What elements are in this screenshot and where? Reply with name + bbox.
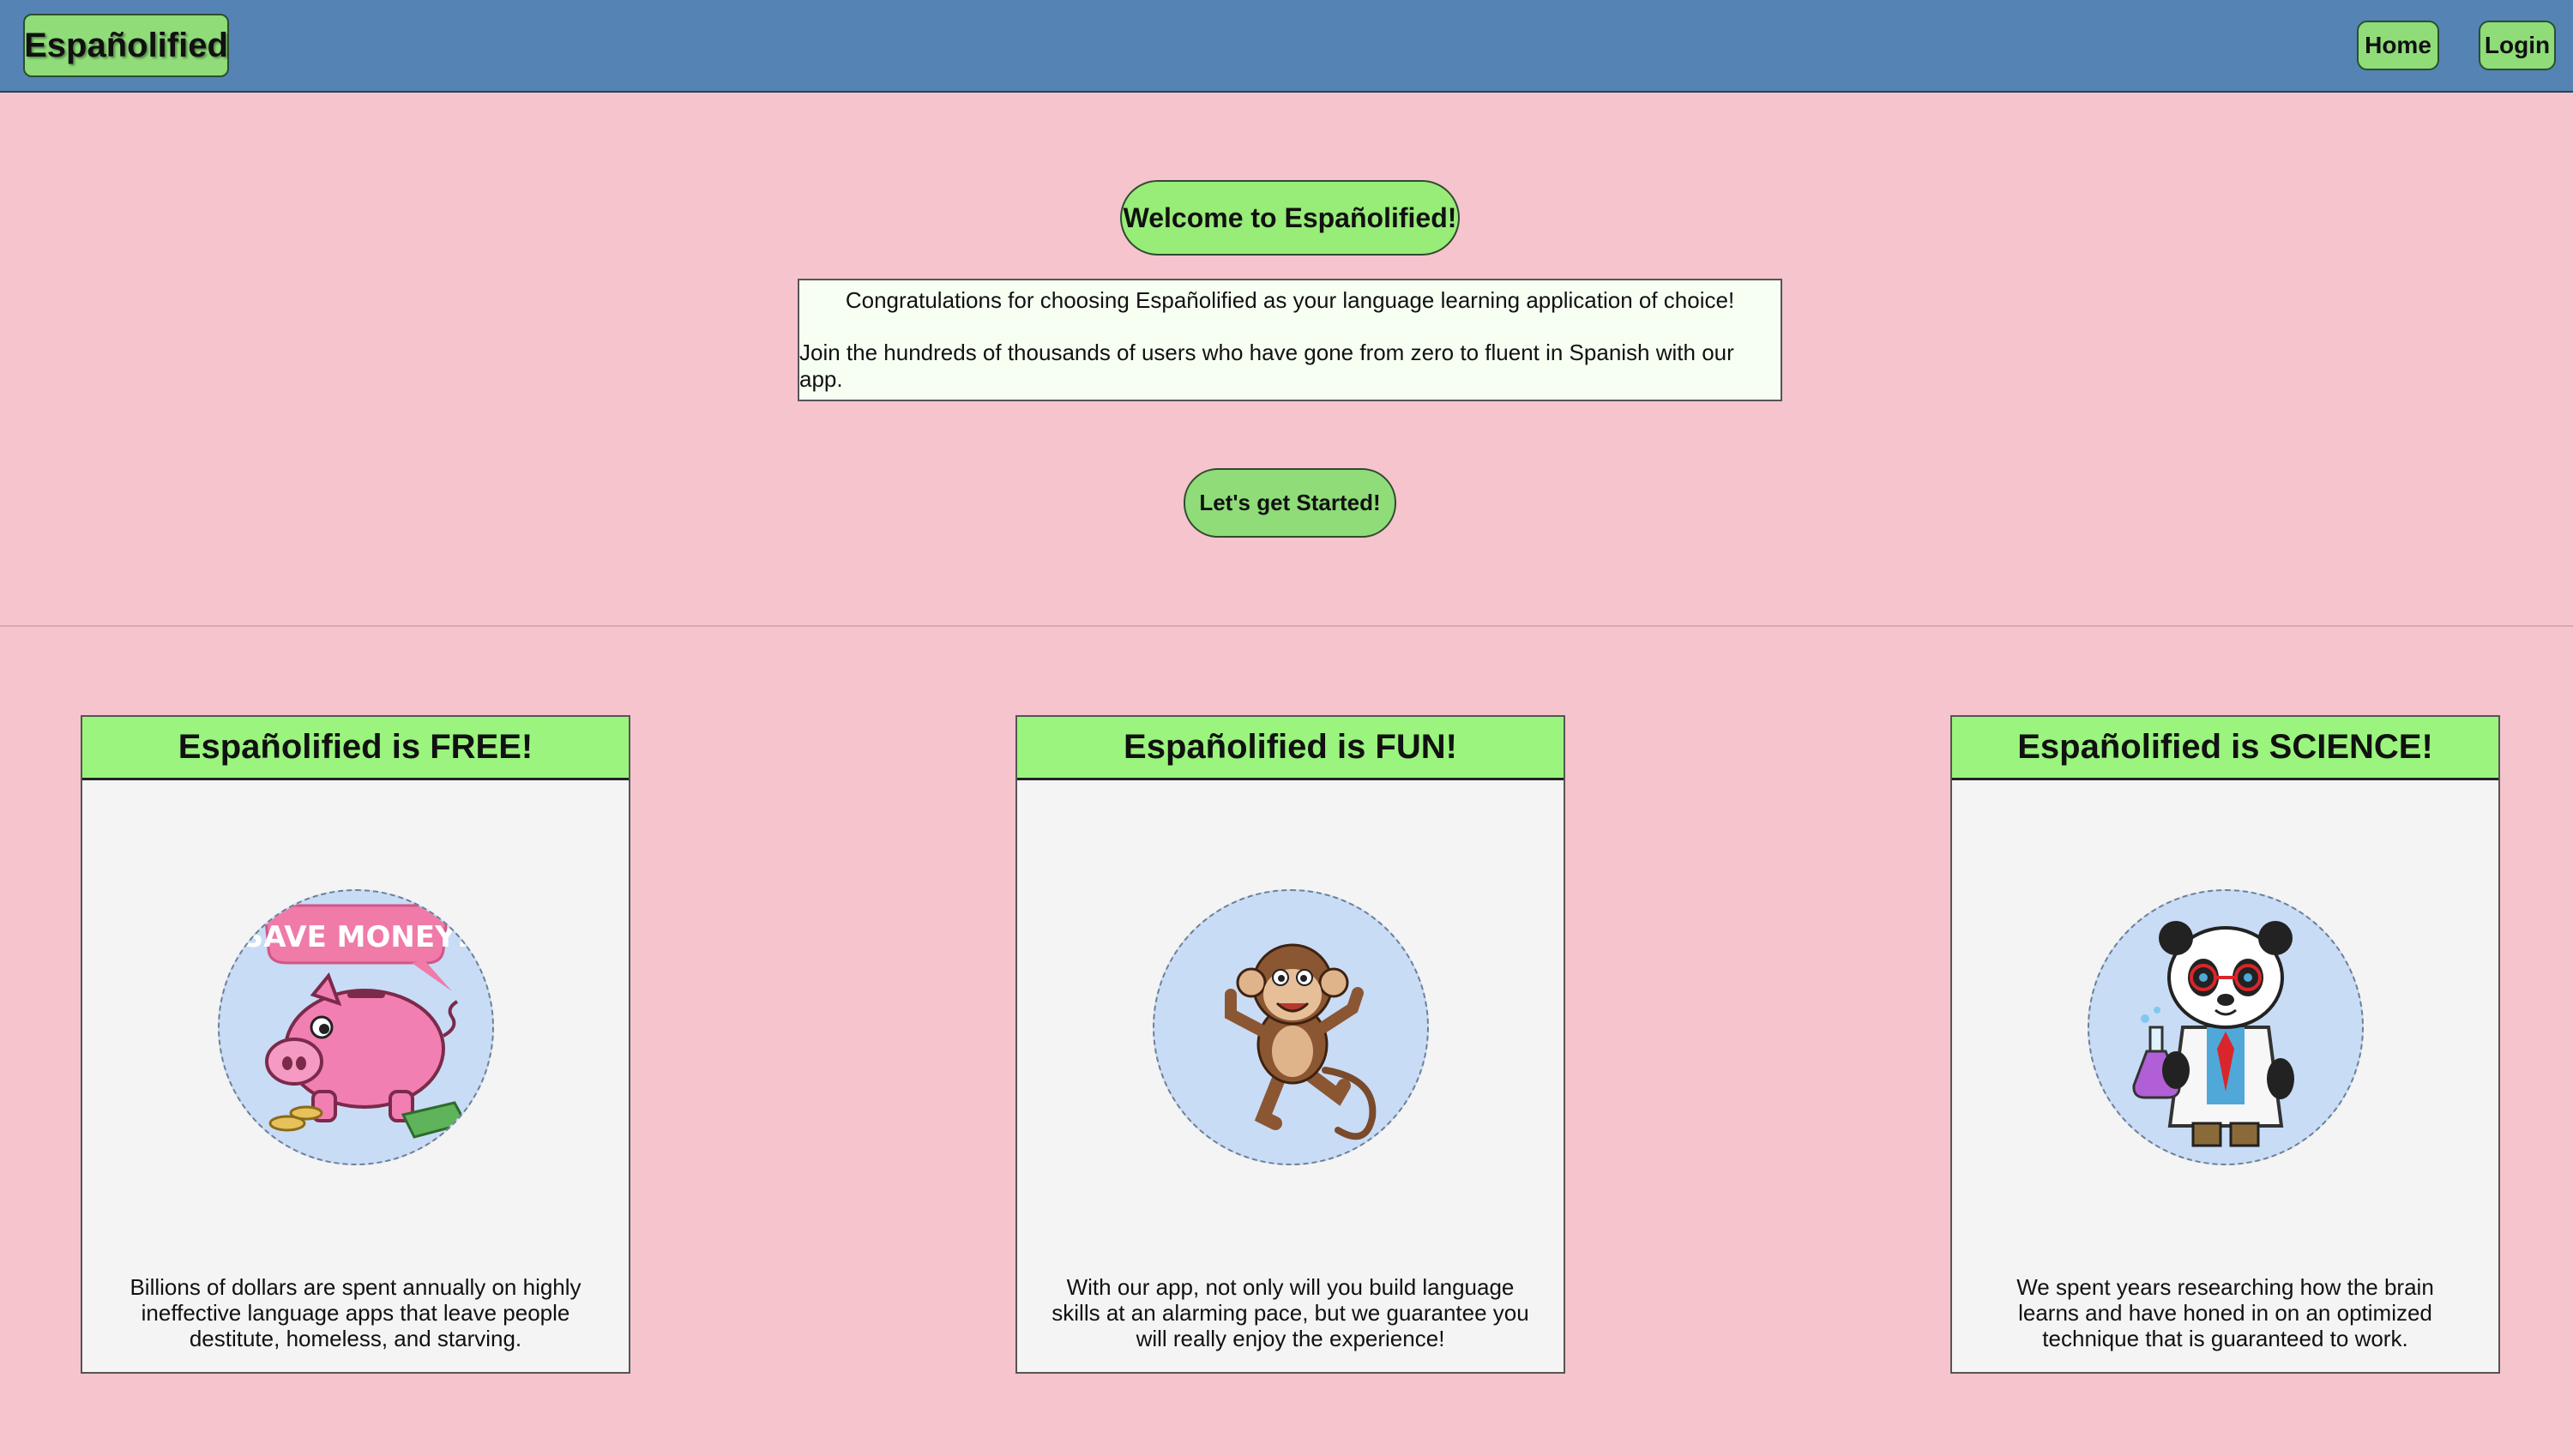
feature-card-text: We spent years researching how the brain… xyxy=(2016,1274,2434,1351)
intro-line-1: Congratulations for choosing Españolifie… xyxy=(845,287,1735,313)
scientist-panda-icon xyxy=(2088,889,2364,1165)
feature-card-science: Españolified is SCIENCE! We spent years … xyxy=(1950,715,2500,1374)
nav-home-button[interactable]: Home xyxy=(2357,21,2439,70)
nav-login-button[interactable]: Login xyxy=(2479,21,2556,70)
save-money-caption: SAVE MONEY! xyxy=(243,920,469,954)
feature-card-text: Billions of dollars are spent annually o… xyxy=(130,1274,581,1351)
monkey-icon xyxy=(1153,889,1429,1165)
welcome-heading: Welcome to Españolified! xyxy=(1120,180,1460,256)
get-started-button[interactable]: Let's get Started! xyxy=(1184,468,1396,538)
intro-line-2: Join the hundreds of thousands of users … xyxy=(799,340,1734,392)
intro-box: Congratulations for choosing Españolifie… xyxy=(798,279,1782,401)
feature-card-title: Españolified is SCIENCE! xyxy=(1952,717,2498,780)
feature-card-free: Españolified is FREE! SAVE MONEY! Billio… xyxy=(81,715,630,1374)
feature-card-title: Españolified is FREE! xyxy=(82,717,629,780)
feature-card-text: With our app, not only will you build la… xyxy=(1051,1274,1529,1351)
feature-card-title: Españolified is FUN! xyxy=(1017,717,1564,780)
top-nav-bar: Españolified Home Login xyxy=(0,0,2573,93)
section-divider xyxy=(0,625,2573,627)
brand-logo[interactable]: Españolified xyxy=(23,14,229,77)
feature-card-fun: Españolified is FUN! With our app, not o… xyxy=(1015,715,1565,1374)
piggy-bank-icon: SAVE MONEY! xyxy=(218,889,494,1165)
